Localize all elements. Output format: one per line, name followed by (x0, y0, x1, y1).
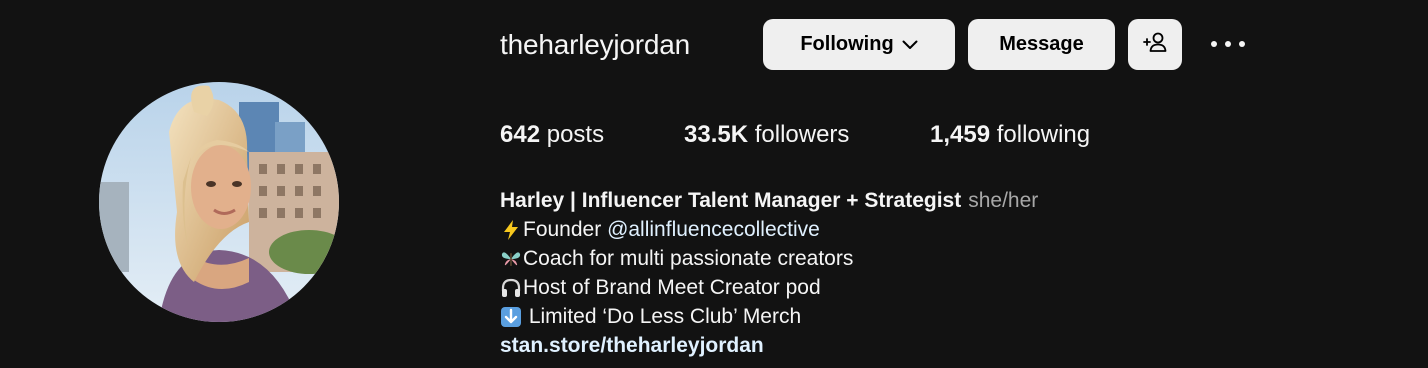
message-button-label: Message (999, 33, 1084, 55)
followers-stat[interactable]: 33.5K followers (684, 118, 849, 152)
bio-merch-text: Limited ‘Do Less Club’ Merch (523, 305, 802, 328)
following-button[interactable]: Following (763, 19, 955, 70)
following-label: following (996, 121, 1091, 148)
profile-username: theharleyjordan (500, 29, 691, 60)
bio-line-host: Host of Brand Meet Creator pod (500, 273, 1038, 302)
following-stat[interactable]: 1,459 following (930, 118, 1090, 152)
bio-coach-text: Coach for multi passionate creators (523, 247, 854, 270)
suggested-accounts-button[interactable] (1128, 19, 1182, 70)
person-add-icon (1142, 31, 1168, 59)
following-button-label: Following (800, 33, 894, 55)
profile-bio: Harley | Influencer Talent Manager + Str… (500, 186, 1038, 360)
bio-name-line: Harley | Influencer Talent Manager + Str… (500, 186, 1038, 215)
bio-host-text: Host of Brand Meet Creator pod (523, 276, 821, 299)
headphones-emoji (500, 277, 522, 299)
more-horizontal-icon (1210, 35, 1246, 53)
bio-line-coach: Coach for multi passionate creators (500, 244, 1038, 273)
bio-line-merch: Limited ‘Do Less Club’ Merch (500, 302, 1038, 331)
message-button[interactable]: Message (968, 19, 1115, 70)
chevron-down-icon (902, 33, 918, 56)
posts-count: 642 (500, 121, 541, 148)
more-options-button[interactable] (1206, 28, 1250, 60)
bio-line-founder: Founder @allinfluencecollective (500, 215, 1038, 244)
profile-photo (99, 82, 339, 322)
butterfly-emoji (500, 248, 522, 270)
profile-avatar[interactable] (99, 82, 339, 322)
posts-label: posts (546, 121, 605, 148)
following-count: 1,459 (930, 121, 991, 148)
bio-external-link[interactable]: stan.store/theharleyjordan (500, 331, 764, 360)
bio-founder-text: Founder (523, 218, 608, 241)
posts-stat: 642 posts (500, 118, 604, 152)
bio-mention-link[interactable]: @allinfluencecollective (607, 215, 820, 244)
bio-line-link: stan.store/theharleyjordan (500, 331, 1038, 360)
bio-pronouns: she/her (968, 189, 1039, 212)
down-arrow-emoji (500, 306, 522, 328)
followers-count: 33.5K (684, 121, 749, 148)
bio-full-name: Harley | Influencer Talent Manager + Str… (500, 189, 962, 212)
followers-label: followers (754, 121, 850, 148)
lightning-emoji (500, 219, 522, 241)
